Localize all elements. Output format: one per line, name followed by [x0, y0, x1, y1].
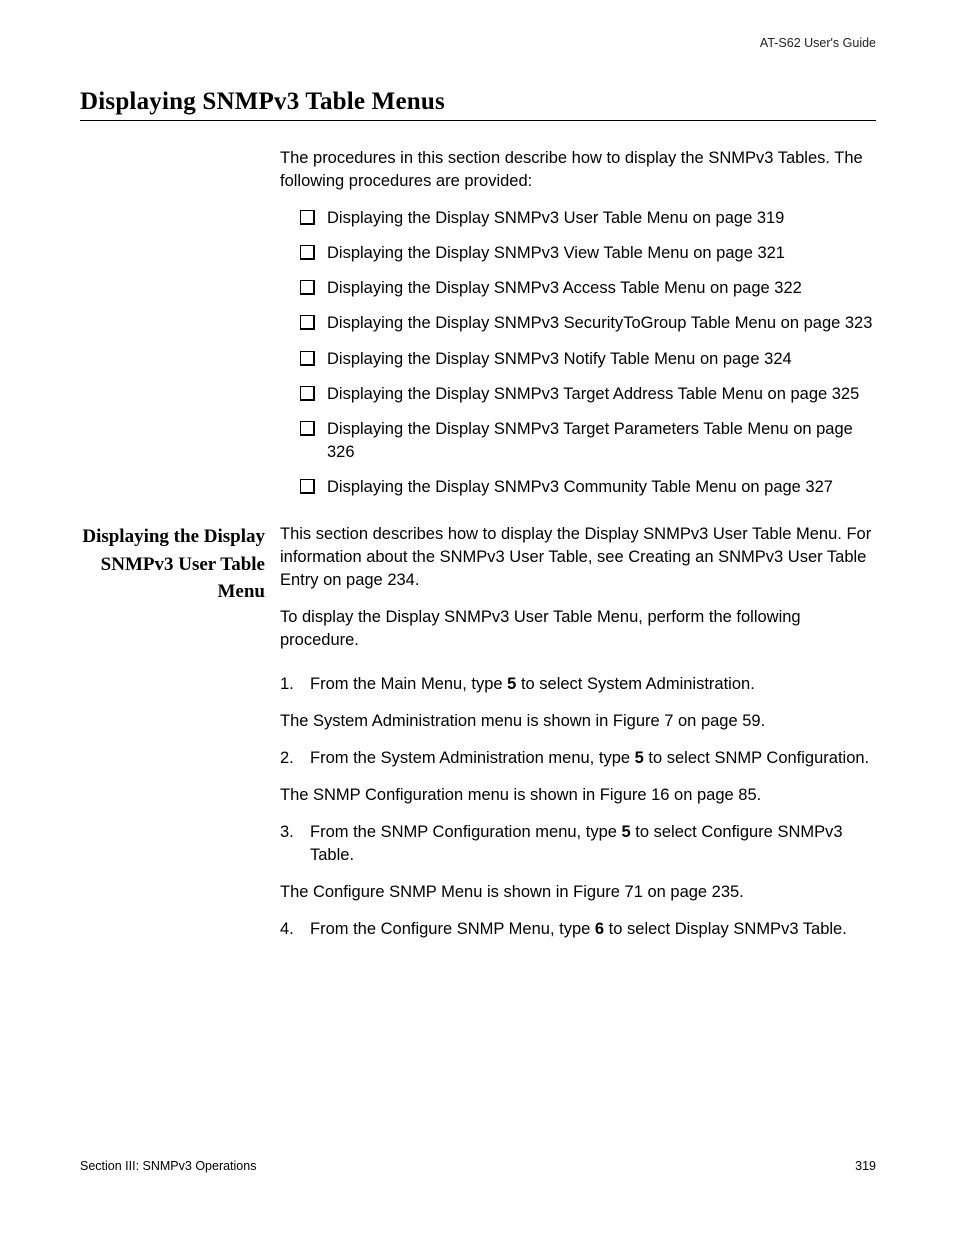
- list-item: Displaying the Display SNMPv3 Notify Tab…: [300, 348, 876, 371]
- step-text: From the Configure SNMP Menu, type 6 to …: [310, 918, 876, 941]
- step-item: 1. From the Main Menu, type 5 to select …: [280, 673, 876, 696]
- body-column: The procedures in this section describe …: [280, 147, 876, 941]
- step-bold-number: 6: [595, 920, 604, 938]
- step-text-a: From the SNMP Configuration menu, type: [310, 823, 622, 841]
- title-rule: [80, 120, 876, 121]
- step-text-b: to select Display SNMPv3 Table.: [604, 920, 847, 938]
- running-head: AT-S62 User's Guide: [760, 36, 876, 50]
- list-item: Displaying the Display SNMPv3 Target Par…: [300, 418, 876, 464]
- step-text: From the System Administration menu, typ…: [310, 747, 876, 770]
- list-item: Displaying the Display SNMPv3 Access Tab…: [300, 277, 876, 300]
- step-item: 4. From the Configure SNMP Menu, type 6 …: [280, 918, 876, 941]
- step-text-a: From the System Administration menu, typ…: [310, 749, 635, 767]
- intro-paragraph: The procedures in this section describe …: [280, 147, 876, 193]
- list-item-text: Displaying the Display SNMPv3 Community …: [327, 476, 876, 499]
- checkbox-icon: [300, 421, 315, 436]
- page-title: Displaying SNMPv3 Table Menus: [80, 88, 876, 116]
- list-item: Displaying the Display SNMPv3 SecurityTo…: [300, 312, 876, 335]
- step-text: From the Main Menu, type 5 to select Sys…: [310, 673, 876, 696]
- step-text-a: From the Main Menu, type: [310, 675, 507, 693]
- checkbox-icon: [300, 351, 315, 366]
- list-item-text: Displaying the Display SNMPv3 User Table…: [327, 207, 876, 230]
- step-text: From the SNMP Configuration menu, type 5…: [310, 821, 876, 867]
- list-item-text: Displaying the Display SNMPv3 Target Add…: [327, 383, 876, 406]
- step-number: 2.: [280, 747, 300, 770]
- list-item-text: Displaying the Display SNMPv3 SecurityTo…: [327, 312, 876, 335]
- step-number: 3.: [280, 821, 300, 867]
- footer-section-label: Section III: SNMPv3 Operations: [80, 1159, 256, 1173]
- step-note: The System Administration menu is shown …: [280, 710, 876, 733]
- checkbox-icon: [300, 479, 315, 494]
- checkbox-icon: [300, 245, 315, 260]
- step-text-a: From the Configure SNMP Menu, type: [310, 920, 595, 938]
- subsection-paragraph: This section describes how to display th…: [280, 523, 876, 592]
- checkbox-icon: [300, 210, 315, 225]
- list-item-text: Displaying the Display SNMPv3 Target Par…: [327, 418, 876, 464]
- subsection: Displaying the Display SNMPv3 User Table…: [280, 523, 876, 941]
- list-item: Displaying the Display SNMPv3 View Table…: [300, 242, 876, 265]
- list-item: Displaying the Display SNMPv3 Community …: [300, 476, 876, 499]
- step-text-b: to select System Administration.: [516, 675, 754, 693]
- bullet-list: Displaying the Display SNMPv3 User Table…: [300, 207, 876, 499]
- step-bold-number: 5: [622, 823, 631, 841]
- step-note: The Configure SNMP Menu is shown in Figu…: [280, 881, 876, 904]
- checkbox-icon: [300, 315, 315, 330]
- list-item-text: Displaying the Display SNMPv3 Access Tab…: [327, 277, 876, 300]
- checkbox-icon: [300, 280, 315, 295]
- step-text-b: to select SNMP Configuration.: [644, 749, 869, 767]
- list-item: Displaying the Display SNMPv3 Target Add…: [300, 383, 876, 406]
- step-item: 3. From the SNMP Configuration menu, typ…: [280, 821, 876, 867]
- step-item: 2. From the System Administration menu, …: [280, 747, 876, 770]
- step-number: 4.: [280, 918, 300, 941]
- footer-page-number: 319: [855, 1159, 876, 1173]
- page: AT-S62 User's Guide Displaying SNMPv3 Ta…: [0, 0, 954, 1235]
- subsection-paragraph: To display the Display SNMPv3 User Table…: [280, 606, 876, 652]
- step-number: 1.: [280, 673, 300, 696]
- side-heading: Displaying the Display SNMPv3 User Table…: [80, 523, 265, 606]
- step-bold-number: 5: [635, 749, 644, 767]
- list-item: Displaying the Display SNMPv3 User Table…: [300, 207, 876, 230]
- step-note: The SNMP Configuration menu is shown in …: [280, 784, 876, 807]
- step-bold-number: 5: [507, 675, 516, 693]
- list-item-text: Displaying the Display SNMPv3 View Table…: [327, 242, 876, 265]
- ordered-list: 1. From the Main Menu, type 5 to select …: [280, 673, 876, 942]
- page-footer: Section III: SNMPv3 Operations 319: [80, 1159, 876, 1173]
- checkbox-icon: [300, 386, 315, 401]
- list-item-text: Displaying the Display SNMPv3 Notify Tab…: [327, 348, 876, 371]
